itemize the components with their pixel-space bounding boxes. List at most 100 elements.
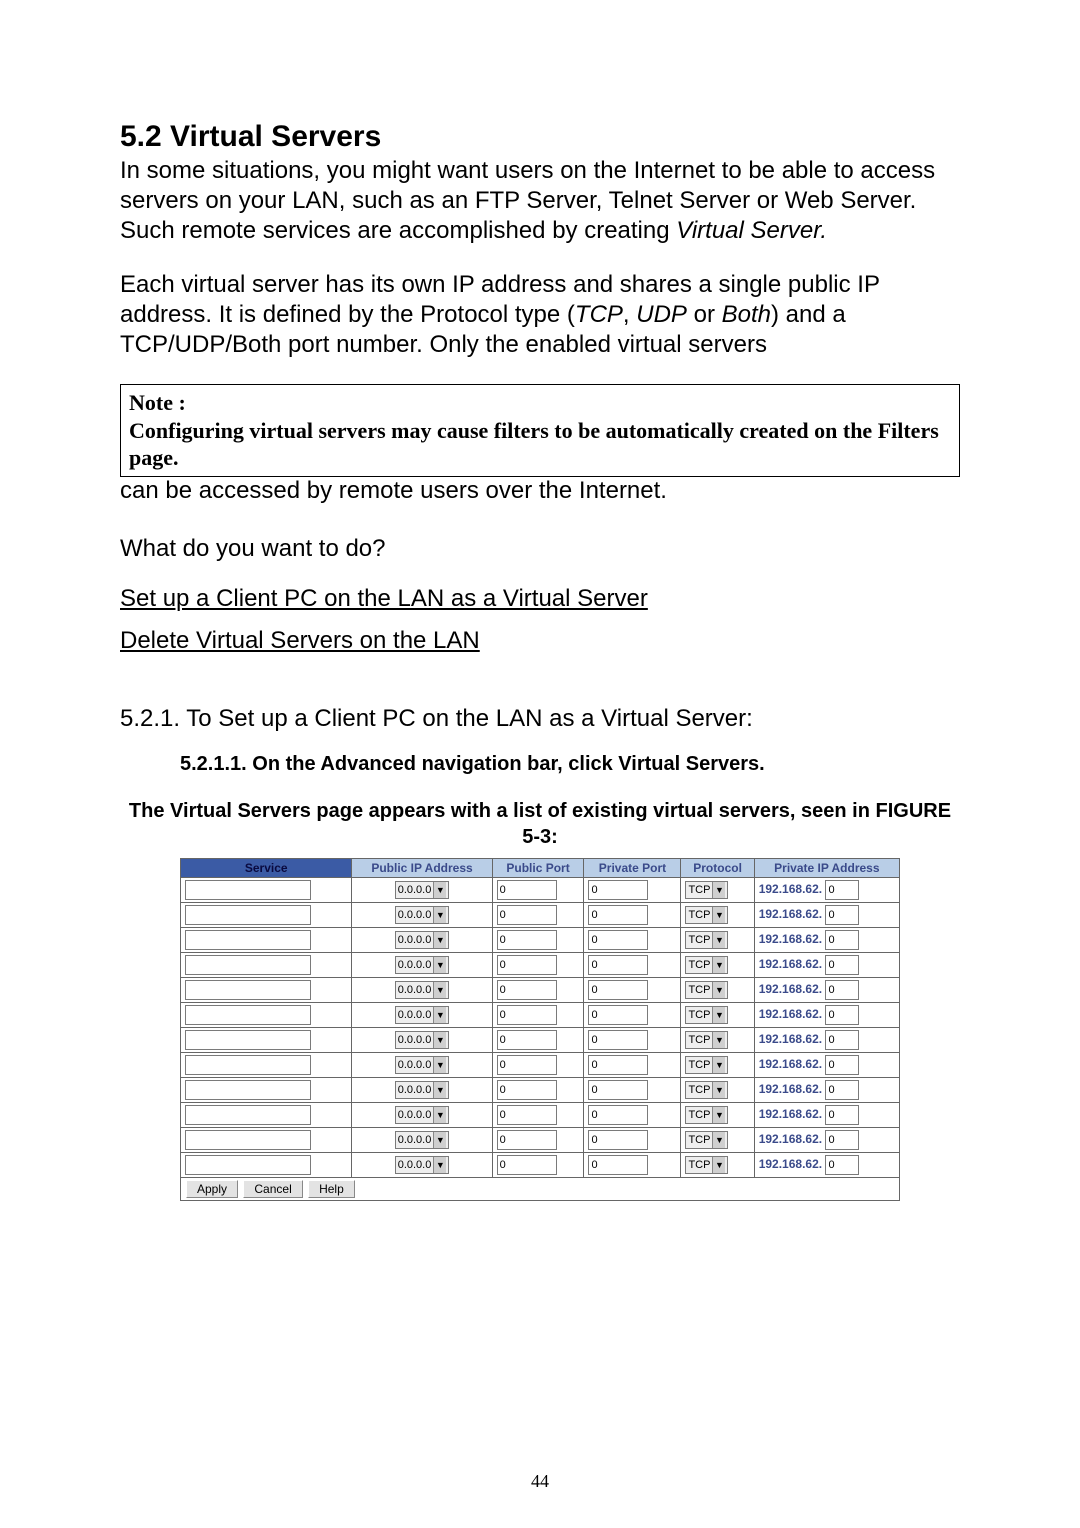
private-port-input[interactable] (588, 1080, 648, 1100)
table-row: 0.0.0.0▼TCP▼192.168.62. (181, 1102, 900, 1127)
public-port-input[interactable] (497, 1055, 557, 1075)
service-input[interactable] (185, 1130, 311, 1150)
chevron-down-icon: ▼ (712, 932, 725, 948)
public-ip-selected: 0.0.0.0 (398, 959, 432, 971)
public-ip-select[interactable]: 0.0.0.0▼ (395, 956, 450, 974)
public-ip-select[interactable]: 0.0.0.0▼ (395, 1106, 450, 1124)
public-port-input[interactable] (497, 1155, 557, 1175)
public-port-input[interactable] (497, 1105, 557, 1125)
private-ip-last-input[interactable] (825, 1055, 859, 1075)
public-port-input[interactable] (497, 1130, 557, 1150)
private-port-input[interactable] (588, 905, 648, 925)
service-input[interactable] (185, 980, 311, 1000)
private-ip-last-input[interactable] (825, 955, 859, 975)
private-ip-last-input[interactable] (825, 1030, 859, 1050)
public-port-input[interactable] (497, 905, 557, 925)
private-ip-prefix: 192.168.62. (759, 1032, 822, 1046)
public-port-input[interactable] (497, 955, 557, 975)
protocol-select[interactable]: TCP▼ (685, 1056, 728, 1074)
chevron-down-icon: ▼ (712, 882, 725, 898)
public-ip-select[interactable]: 0.0.0.0▼ (395, 906, 450, 924)
service-input[interactable] (185, 955, 311, 975)
service-input[interactable] (185, 1080, 311, 1100)
public-port-input[interactable] (497, 930, 557, 950)
service-input[interactable] (185, 1005, 311, 1025)
protocol-select[interactable]: TCP▼ (685, 1006, 728, 1024)
public-ip-select[interactable]: 0.0.0.0▼ (395, 881, 450, 899)
public-ip-selected: 0.0.0.0 (398, 1109, 432, 1121)
service-input[interactable] (185, 930, 311, 950)
protocol-select[interactable]: TCP▼ (685, 981, 728, 999)
private-ip-prefix: 192.168.62. (759, 957, 822, 971)
public-ip-selected: 0.0.0.0 (398, 1059, 432, 1071)
public-port-input[interactable] (497, 980, 557, 1000)
public-ip-select[interactable]: 0.0.0.0▼ (395, 1131, 450, 1149)
private-port-input[interactable] (588, 880, 648, 900)
table-row: 0.0.0.0▼ TCP▼ 192.168.62. (181, 952, 900, 977)
virtual-servers-table-wrap: Service Public IP Address Public Port Pr… (180, 858, 900, 1201)
private-ip-last-input[interactable] (825, 980, 859, 1000)
service-input[interactable] (185, 1155, 311, 1175)
service-input[interactable] (185, 905, 311, 925)
para1-italic: Virtual Server. (676, 217, 827, 244)
private-port-input[interactable] (588, 1105, 648, 1125)
para2-c: or (687, 301, 722, 328)
protocol-select[interactable]: TCP▼ (685, 1031, 728, 1049)
protocol-select[interactable]: TCP▼ (685, 1081, 728, 1099)
help-button[interactable]: Help (308, 1180, 355, 1198)
public-ip-select[interactable]: 0.0.0.0▼ (395, 1081, 450, 1099)
public-ip-select[interactable]: 0.0.0.0▼ (395, 1031, 450, 1049)
link-delete-virtual-servers[interactable]: Delete Virtual Servers on the LAN (120, 627, 480, 655)
col-protocol: Protocol (681, 858, 754, 877)
protocol-select[interactable]: TCP▼ (685, 1106, 728, 1124)
col-private-ip: Private IP Address (754, 858, 899, 877)
service-input[interactable] (185, 1105, 311, 1125)
private-ip-prefix: 192.168.62. (759, 1157, 822, 1171)
chevron-down-icon: ▼ (712, 1082, 725, 1098)
public-port-input[interactable] (497, 1080, 557, 1100)
public-ip-select[interactable]: 0.0.0.0▼ (395, 1006, 450, 1024)
private-port-input[interactable] (588, 980, 648, 1000)
service-input[interactable] (185, 1055, 311, 1075)
chevron-down-icon: ▼ (433, 907, 446, 923)
chevron-down-icon: ▼ (433, 1007, 446, 1023)
service-input[interactable] (185, 880, 311, 900)
apply-button[interactable]: Apply (186, 1180, 238, 1198)
protocol-select[interactable]: TCP▼ (685, 1156, 728, 1174)
private-port-input[interactable] (588, 1130, 648, 1150)
table-row: 0.0.0.0▼ TCP▼ 192.168.62. (181, 1027, 900, 1052)
public-port-input[interactable] (497, 880, 557, 900)
public-ip-select[interactable]: 0.0.0.0▼ (395, 1156, 450, 1174)
private-port-input[interactable] (588, 1005, 648, 1025)
protocol-select[interactable]: TCP▼ (685, 956, 728, 974)
question-text: What do you want to do? (120, 535, 960, 563)
private-ip-last-input[interactable] (825, 1080, 859, 1100)
link-setup-client-pc[interactable]: Set up a Client PC on the LAN as a Virtu… (120, 585, 648, 613)
cancel-button[interactable]: Cancel (243, 1180, 302, 1198)
private-ip-last-input[interactable] (825, 1005, 859, 1025)
private-ip-prefix: 192.168.62. (759, 882, 822, 896)
service-input[interactable] (185, 1030, 311, 1050)
chevron-down-icon: ▼ (433, 1157, 446, 1173)
public-ip-select[interactable]: 0.0.0.0▼ (395, 931, 450, 949)
public-port-input[interactable] (497, 1005, 557, 1025)
private-port-input[interactable] (588, 1030, 648, 1050)
protocol-select[interactable]: TCP▼ (685, 1131, 728, 1149)
private-ip-last-input[interactable] (825, 1155, 859, 1175)
private-ip-last-input[interactable] (825, 1130, 859, 1150)
protocol-select[interactable]: TCP▼ (685, 906, 728, 924)
private-ip-last-input[interactable] (825, 1105, 859, 1125)
public-ip-select[interactable]: 0.0.0.0▼ (395, 981, 450, 999)
private-ip-last-input[interactable] (825, 905, 859, 925)
private-port-input[interactable] (588, 1155, 648, 1175)
private-ip-last-input[interactable] (825, 880, 859, 900)
public-port-input[interactable] (497, 1030, 557, 1050)
private-port-input[interactable] (588, 955, 648, 975)
private-port-input[interactable] (588, 1055, 648, 1075)
public-ip-select[interactable]: 0.0.0.0▼ (395, 1056, 450, 1074)
private-ip-last-input[interactable] (825, 930, 859, 950)
private-port-input[interactable] (588, 930, 648, 950)
protocol-select[interactable]: TCP▼ (685, 931, 728, 949)
protocol-select[interactable]: TCP▼ (685, 881, 728, 899)
chevron-down-icon: ▼ (712, 1132, 725, 1148)
